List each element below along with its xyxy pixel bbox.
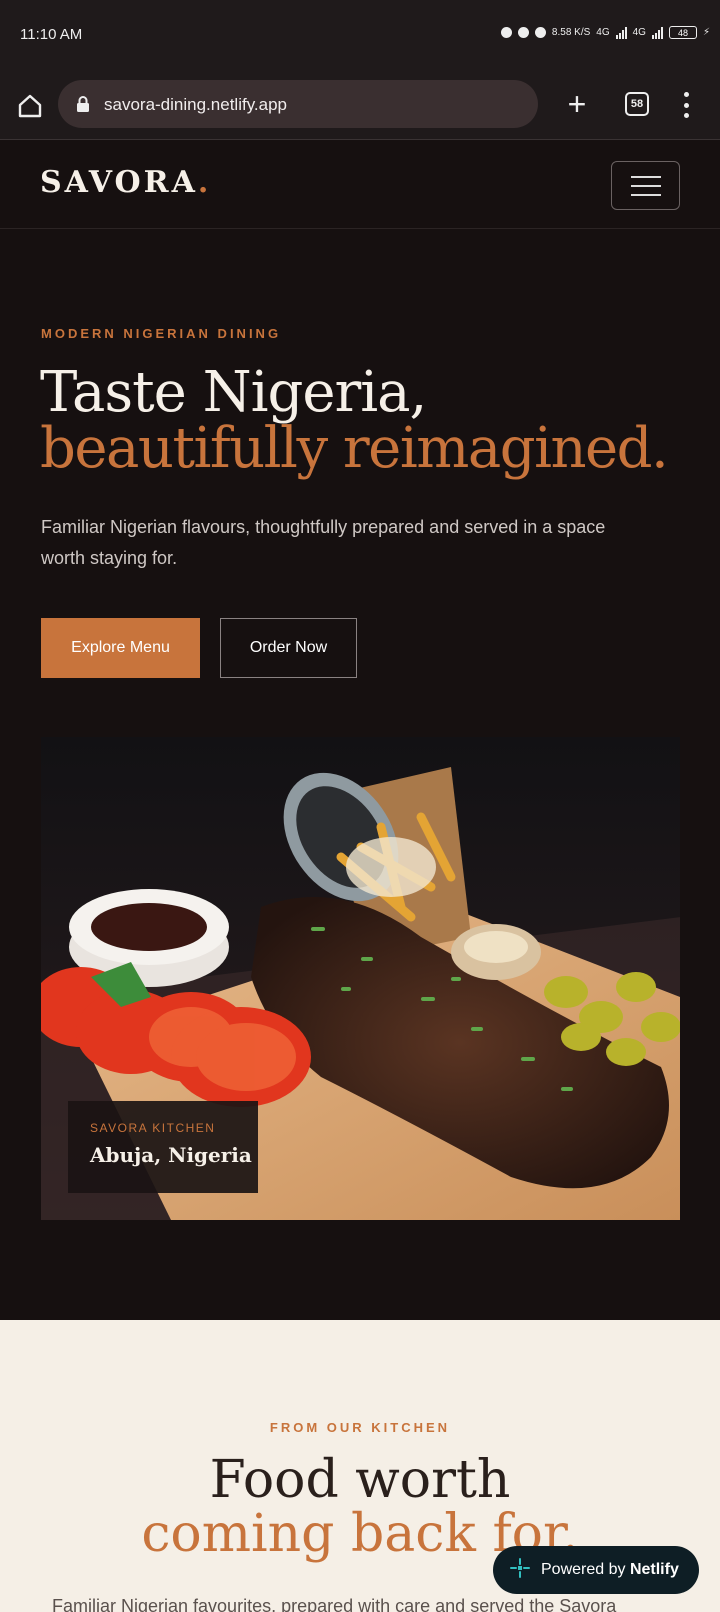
kitchen-description: Familiar Nigerian favourites, prepared w… xyxy=(52,1596,617,1612)
signal-icon xyxy=(651,26,663,39)
hero-eyebrow: MODERN NIGERIAN DINING xyxy=(41,326,282,341)
hero-food-image: SAVORA KITCHEN Abuja, Nigeria xyxy=(41,737,680,1220)
location-card: SAVORA KITCHEN Abuja, Nigeria xyxy=(68,1101,258,1193)
home-icon[interactable] xyxy=(16,92,44,120)
status-icons: 8.58 K/S 4G 4G 48 ⚡ xyxy=(500,26,710,39)
badge-brand: Netlify xyxy=(629,1561,679,1578)
status-time: 11:10 AM xyxy=(20,26,83,43)
site-logo[interactable]: SAVORA. xyxy=(40,165,211,200)
kitchen-eyebrow: FROM OUR KITCHEN xyxy=(269,1420,451,1435)
logo-dot: . xyxy=(197,165,212,200)
network-speed: 8.58 K/S xyxy=(551,27,591,38)
data-saver-icon xyxy=(500,27,512,38)
battery-icon: 48 xyxy=(668,26,697,39)
network-type-1: 4G xyxy=(596,27,610,38)
signal-icon xyxy=(615,26,627,39)
netlify-icon xyxy=(509,1557,531,1584)
logo-text: SAVORA xyxy=(40,165,198,200)
location-name: Abuja, Nigeria xyxy=(90,1143,252,1167)
mute-icon xyxy=(517,27,529,38)
location-eyebrow: SAVORA KITCHEN xyxy=(90,1121,216,1135)
hero-section: MODERN NIGERIAN DINING Taste Nigeria, be… xyxy=(0,230,720,1320)
tabs-icon[interactable]: 58 xyxy=(625,92,649,116)
netlify-badge[interactable]: Powered by Netlify xyxy=(493,1546,699,1594)
hero-title-line2: beautifully reimagined. xyxy=(40,416,669,481)
lock-icon xyxy=(76,96,90,112)
badge-prefix: Powered by xyxy=(541,1561,626,1578)
browser-toolbar: savora-dining.netlify.app + 58 xyxy=(0,72,720,140)
url-text: savora-dining.netlify.app xyxy=(104,95,288,114)
status-bar: 11:10 AM 8.58 K/S 4G 4G 48 ⚡ xyxy=(0,0,720,72)
charging-icon: ⚡ xyxy=(702,27,710,38)
address-bar[interactable]: savora-dining.netlify.app xyxy=(58,80,538,128)
hamburger-icon[interactable] xyxy=(611,161,680,210)
new-tab-icon[interactable]: + xyxy=(562,88,592,120)
site-header: SAVORA. xyxy=(0,141,720,229)
explore-menu-button[interactable]: Explore Menu xyxy=(41,618,200,678)
order-now-button[interactable]: Order Now xyxy=(220,618,357,678)
more-vert-icon[interactable] xyxy=(678,92,694,118)
network-type-2: 4G xyxy=(632,27,646,38)
kitchen-title-line1: Food worth xyxy=(209,1450,511,1510)
hero-description: Familiar Nigerian flavours, thoughtfully… xyxy=(41,517,606,568)
alarm-icon xyxy=(534,27,546,38)
